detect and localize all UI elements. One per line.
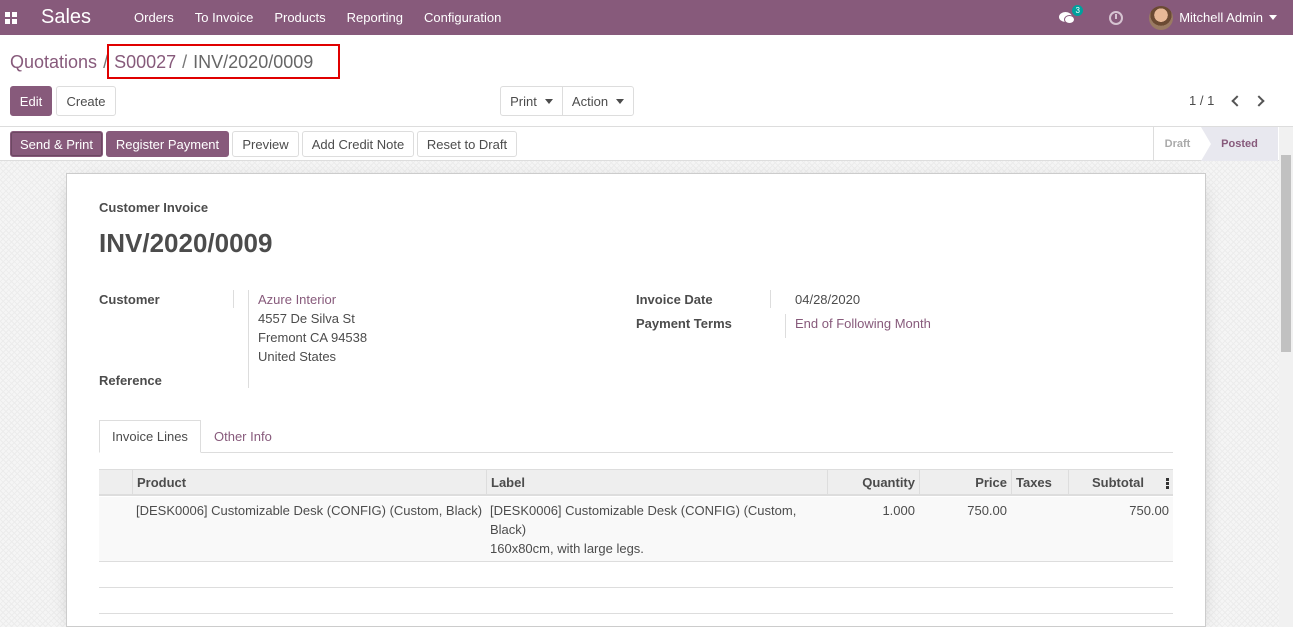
customer-address-line1: 4557 De Silva St	[258, 311, 355, 326]
send-print-button[interactable]: Send & Print	[10, 131, 103, 157]
invoice-lines-header: Product Label Quantity Price Taxes Subto…	[99, 469, 1173, 496]
reset-to-draft-button[interactable]: Reset to Draft	[417, 131, 517, 157]
annotation-highlight-box	[107, 44, 340, 79]
chevron-down-icon[interactable]	[1269, 15, 1277, 20]
column-label[interactable]: Label	[486, 470, 827, 496]
stage-posted: Posted	[1201, 127, 1278, 161]
action-label: Action	[571, 93, 609, 109]
caret-down-icon	[544, 98, 553, 104]
menu-to-invoice[interactable]: To Invoice	[195, 10, 254, 25]
row-subtotal: 750.00	[1129, 503, 1169, 518]
invoice-type-label: Customer Invoice	[99, 200, 209, 215]
field-separator	[233, 290, 234, 308]
menu-configuration[interactable]: Configuration	[424, 10, 501, 25]
column-taxes[interactable]: Taxes	[1011, 470, 1068, 496]
form-statusbar: Send & Print Register Payment Preview Ad…	[0, 127, 1293, 161]
register-payment-button[interactable]: Register Payment	[106, 131, 229, 157]
field-separator	[770, 290, 771, 308]
column-price[interactable]: Price	[919, 470, 1011, 496]
row-label-line1: [DESK0006] Customizable Desk (CONFIG) (C…	[490, 503, 797, 518]
row-label-line3: 160x80cm, with large legs.	[490, 541, 644, 556]
scrollbar[interactable]	[1279, 127, 1293, 627]
user-menu-name[interactable]: Mitchell Admin	[1179, 10, 1263, 25]
customer-label: Customer	[99, 292, 160, 307]
column-subtotal[interactable]: Subtotal	[1068, 470, 1148, 496]
preview-button[interactable]: Preview	[232, 131, 299, 157]
optional-columns-icon[interactable]	[1166, 478, 1169, 490]
app-brand[interactable]: Sales	[41, 6, 91, 29]
invoice-date-label: Invoice Date	[636, 292, 713, 307]
print-dropdown[interactable]: Print	[500, 86, 563, 116]
customer-address-line2: Fremont CA 94538	[258, 330, 368, 345]
field-separator	[248, 290, 249, 388]
empty-row-divider	[99, 587, 1173, 588]
stage-draft: Draft	[1153, 127, 1201, 161]
activity-clock-icon[interactable]	[1109, 10, 1124, 25]
messages-count-badge: 3	[1072, 4, 1084, 16]
add-credit-note-button[interactable]: Add Credit Note	[302, 131, 414, 157]
edit-button[interactable]: Edit	[10, 86, 52, 116]
main-menu: Orders To Invoice Products Reporting Con…	[134, 10, 522, 25]
breadcrumb-quotations[interactable]: Quotations	[10, 52, 97, 73]
payment-terms-label: Payment Terms	[636, 316, 732, 331]
row-product: [DESK0006] Customizable Desk (CONFIG) (C…	[136, 503, 483, 518]
tab-other-info[interactable]: Other Info	[214, 429, 272, 444]
menu-reporting[interactable]: Reporting	[347, 10, 403, 25]
invoice-number-title: INV/2020/0009	[99, 228, 273, 258]
messages-icon[interactable]: 3	[1059, 4, 1084, 25]
scrollbar-thumb[interactable]	[1281, 155, 1291, 352]
top-navbar: Sales Orders To Invoice Products Reporti…	[0, 0, 1293, 35]
chevron-right-icon[interactable]	[1253, 95, 1265, 107]
tab-invoice-lines[interactable]: Invoice Lines	[99, 420, 201, 453]
column-product[interactable]: Product	[132, 470, 486, 496]
pager-value[interactable]: 1 / 1	[1189, 93, 1214, 108]
customer-name-link[interactable]: Azure Interior	[258, 292, 336, 307]
field-separator	[785, 314, 786, 338]
invoice-date-value: 04/28/2020	[795, 292, 861, 307]
user-avatar[interactable]	[1149, 5, 1174, 30]
caret-down-icon	[616, 98, 625, 104]
row-price: 750.00	[967, 503, 1007, 518]
menu-orders[interactable]: Orders	[134, 10, 174, 25]
row-quantity: 1.000	[882, 503, 915, 518]
payment-terms-link[interactable]: End of Following Month	[795, 316, 931, 331]
empty-row-divider	[99, 613, 1173, 614]
create-button[interactable]: Create	[56, 86, 116, 116]
tabs-baseline	[99, 452, 1173, 453]
reference-label: Reference	[99, 373, 162, 388]
chevron-left-icon[interactable]	[1231, 95, 1243, 107]
navbar-systray: 3 Mitchell Admin	[1059, 0, 1293, 35]
apps-menu-icon[interactable]	[5, 11, 17, 24]
menu-products[interactable]: Products	[274, 10, 325, 25]
row-label-line2: Black)	[490, 522, 527, 537]
customer-address-line3: United States	[258, 349, 337, 364]
column-quantity[interactable]: Quantity	[827, 470, 919, 496]
action-dropdown[interactable]: Action	[562, 86, 634, 116]
print-label: Print	[510, 93, 537, 109]
